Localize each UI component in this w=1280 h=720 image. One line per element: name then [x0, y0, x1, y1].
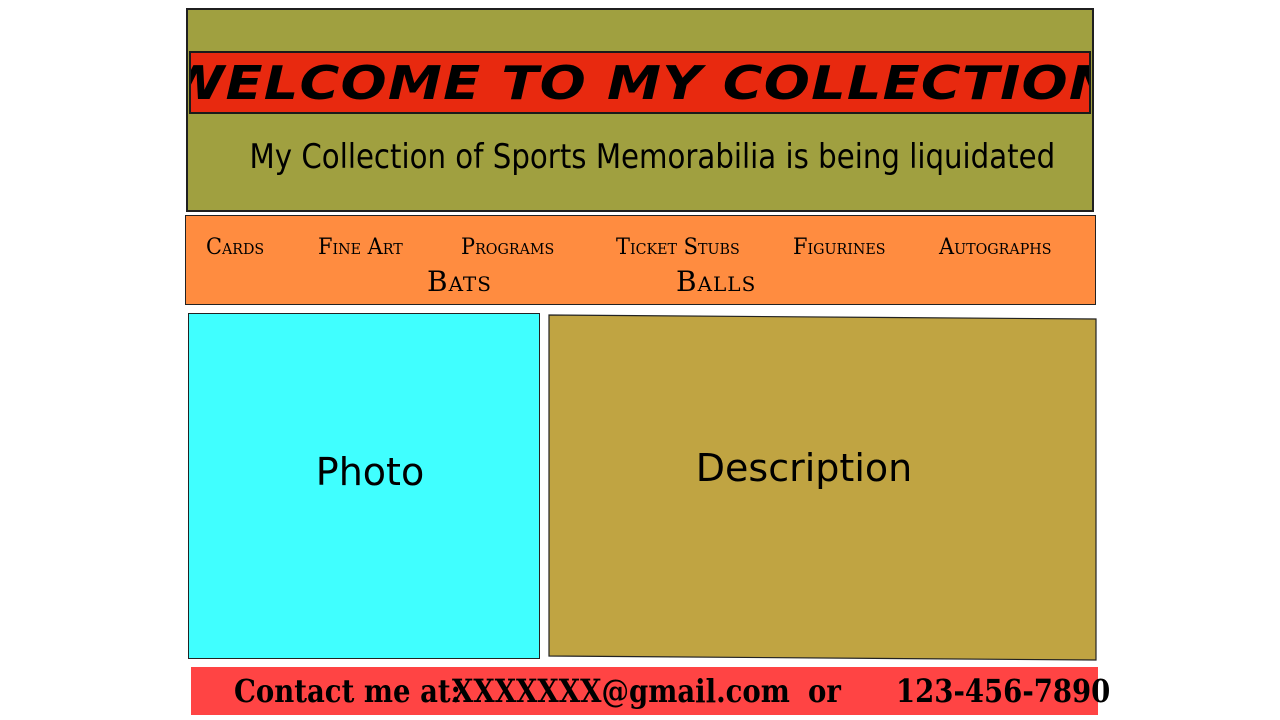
category-nav	[185, 215, 1096, 305]
description-label: Description	[695, 446, 913, 490]
nav-item-cards[interactable]: Cards	[206, 235, 264, 260]
page-subtitle: My Collection of Sports Memorabilia is b…	[249, 137, 1056, 177]
nav-item-balls[interactable]: Balls	[676, 265, 756, 298]
nav-item-autographs[interactable]: Autographs	[939, 235, 1051, 260]
title-bar: WELCOME TO MY COLLECTION	[189, 51, 1091, 114]
nav-item-fine-art[interactable]: Fine Art	[318, 235, 403, 260]
contact-email-link[interactable]: XXXXXXX@gmail.com	[452, 667, 790, 715]
nav-item-programs[interactable]: Programs	[461, 235, 554, 260]
contact-label: Contact me at:	[234, 672, 461, 710]
page-title: WELCOME TO MY COLLECTION	[189, 55, 1091, 110]
nav-item-ticket-stubs[interactable]: Ticket Stubs	[616, 235, 740, 260]
nav-item-bats[interactable]: Bats	[427, 265, 492, 298]
photo-label: Photo	[315, 450, 425, 494]
contact-phone-link[interactable]: 123-456-7890	[896, 667, 1110, 715]
contact-separator: or	[808, 672, 841, 710]
nav-item-figurines[interactable]: Figurines	[793, 235, 886, 260]
